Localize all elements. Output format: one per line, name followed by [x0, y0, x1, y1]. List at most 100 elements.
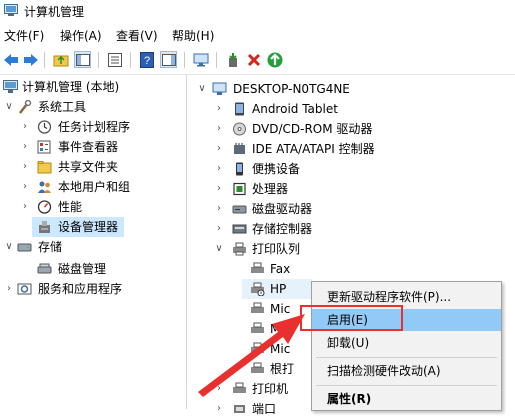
storage-icon — [17, 243, 32, 252]
toolbar-separator — [98, 52, 99, 68]
toolbar-separator — [184, 52, 185, 68]
action-pane-button[interactable] — [160, 51, 177, 68]
tree-item-system-tools[interactable]: ∨ 系统工具 — [0, 97, 186, 117]
help-button[interactable]: ? — [138, 51, 155, 68]
chevron-right-icon[interactable]: › — [214, 119, 224, 139]
chevron-right-icon[interactable]: › — [214, 139, 224, 159]
tree-item-event-viewer[interactable]: › 事件查看器 — [0, 137, 186, 157]
toolbar-separator — [44, 52, 45, 68]
tree-item-storage[interactable]: ∨ 存储 — [0, 237, 186, 257]
green-up-arrow-icon — [267, 52, 282, 67]
chevron-right-icon[interactable]: › — [214, 99, 224, 119]
console-tree-icon — [75, 53, 90, 66]
chevron-down-icon[interactable]: ∨ — [197, 79, 207, 99]
tools-icon — [19, 100, 32, 114]
clock-icon — [37, 120, 52, 134]
menu-help[interactable]: 帮助(H) — [172, 27, 214, 44]
device-android-tablet[interactable]: › Android Tablet — [187, 99, 515, 119]
chevron-right-icon[interactable]: › — [20, 117, 30, 137]
menu-uninstall[interactable]: 卸载(U) — [312, 332, 501, 354]
menu-file[interactable]: 文件(F) — [4, 27, 44, 44]
device-queue-fax[interactable]: Fax — [187, 259, 515, 279]
chevron-right-icon[interactable]: › — [4, 279, 14, 299]
show-hide-tree-button[interactable] — [74, 51, 91, 68]
list-view-icon — [107, 52, 122, 67]
chevron-right-icon[interactable]: › — [214, 199, 224, 219]
printer-icon — [251, 302, 264, 313]
enable-button[interactable] — [266, 51, 283, 68]
forward-button[interactable] — [22, 51, 39, 68]
tree-item-shared-folders[interactable]: › 共享文件夹 — [0, 157, 186, 177]
device-dvd-drive[interactable]: › DVD/CD-ROM 驱动器 — [187, 119, 515, 139]
computer-management-icon — [4, 4, 18, 16]
users-icon — [38, 181, 51, 193]
properties-list-button[interactable] — [106, 51, 123, 68]
red-x-icon — [247, 53, 260, 66]
menu-action[interactable]: 操作(A) — [60, 27, 102, 44]
tree-item-services[interactable]: › 服务和应用程序 — [0, 279, 186, 299]
chevron-right-icon[interactable]: › — [214, 399, 224, 419]
tablet-icon — [235, 102, 244, 116]
device-storage-controllers[interactable]: › 存储控制器 — [187, 219, 515, 239]
chevron-right-icon[interactable]: › — [20, 197, 30, 217]
window-title: 计算机管理 — [24, 5, 85, 19]
back-button[interactable] — [2, 51, 19, 68]
processor-icon — [233, 182, 246, 196]
folder-up-icon — [53, 55, 68, 66]
computer-icon — [212, 82, 227, 95]
device-portable[interactable]: › 便携设备 — [187, 159, 515, 179]
chevron-right-icon[interactable]: › — [20, 137, 30, 157]
device-disk-drives[interactable]: › 磁盘驱动器 — [187, 199, 515, 219]
tree-item-local-users[interactable]: › 本地用户和组 — [0, 177, 186, 197]
chevron-right-icon[interactable]: › — [214, 219, 224, 239]
device-print-queues[interactable]: ∨ 打印队列 — [187, 239, 515, 259]
printer-icon — [233, 242, 246, 256]
device-queue-hp[interactable]: HP — [242, 279, 312, 299]
printer-icon — [251, 342, 264, 353]
chevron-right-icon[interactable]: › — [214, 179, 224, 199]
tree-item-device-manager[interactable]: 设备管理器 — [32, 217, 124, 237]
menu-divider — [316, 357, 497, 358]
device-ide-controller[interactable]: › IDE ATA/ATAPI 控制器 — [187, 139, 515, 159]
services-icon — [17, 283, 32, 295]
portable-device-icon — [236, 162, 243, 176]
menu-scan-hardware[interactable]: 扫描检测硬件改动(A) — [312, 360, 501, 382]
port-icon — [234, 405, 245, 413]
event-viewer-icon — [37, 140, 51, 154]
printer-icon — [251, 262, 264, 273]
printer-icon — [251, 322, 264, 333]
dvd-disc-icon — [233, 122, 246, 136]
tree-item-performance[interactable]: › 性能 — [0, 197, 186, 217]
uninstall-button[interactable] — [245, 51, 262, 68]
performance-gauge-icon — [37, 200, 52, 214]
disk-management-icon — [37, 263, 52, 274]
svg-text:?: ? — [143, 55, 149, 67]
monitor-icon — [193, 53, 208, 66]
update-driver-button[interactable] — [224, 51, 241, 68]
menu-properties[interactable]: 属性(R) — [312, 388, 501, 410]
menu-bar: 文件(F) 操作(A) 查看(V) 帮助(H) — [0, 24, 515, 44]
menu-view[interactable]: 查看(V) — [116, 27, 158, 44]
chevron-down-icon[interactable]: ∨ — [214, 239, 224, 259]
printer-icon — [233, 382, 246, 393]
chevron-down-icon[interactable]: ∨ — [4, 237, 14, 257]
chevron-right-icon[interactable]: › — [20, 177, 30, 197]
tree-item-task-scheduler[interactable]: › 任务计划程序 — [0, 117, 186, 137]
chevron-right-icon[interactable]: › — [214, 379, 224, 399]
device-processor[interactable]: › 处理器 — [187, 179, 515, 199]
chevron-right-icon[interactable]: › — [214, 159, 224, 179]
computer-management-icon — [3, 80, 18, 93]
ide-controller-icon — [234, 143, 245, 154]
tree-item-root[interactable]: 计算机管理 (本地) — [0, 77, 186, 97]
driver-update-icon — [228, 52, 237, 67]
action-pane-icon — [161, 53, 176, 66]
up-folder-button[interactable] — [52, 51, 69, 68]
chevron-down-icon[interactable]: ∨ — [4, 97, 14, 117]
menu-divider — [316, 385, 497, 386]
scan-hardware-toolbar-button[interactable] — [192, 51, 209, 68]
chevron-right-icon[interactable]: › — [20, 157, 30, 177]
tree-item-disk-management[interactable]: 磁盘管理 — [0, 259, 186, 279]
device-root[interactable]: ∨ DESKTOP-N0TG4NE — [187, 79, 515, 99]
disk-drive-icon — [232, 205, 247, 214]
printer-icon — [251, 362, 264, 373]
